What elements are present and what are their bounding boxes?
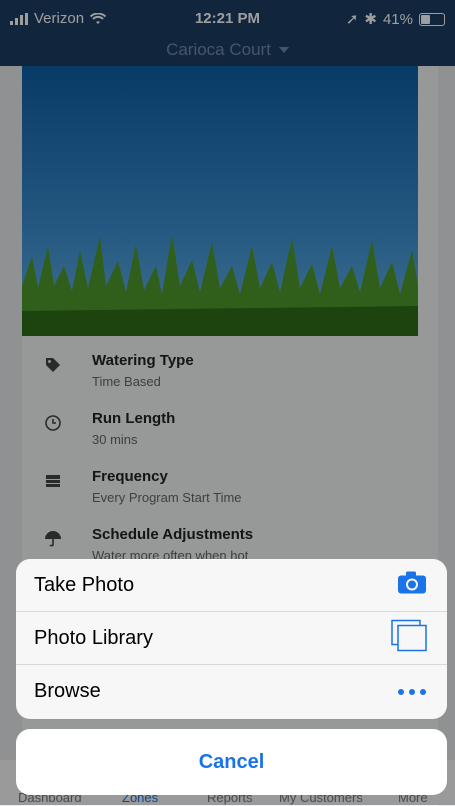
take-photo-option[interactable]: Take Photo bbox=[16, 559, 447, 612]
option-label: Browse bbox=[34, 680, 101, 702]
cancel-button[interactable]: Cancel bbox=[16, 729, 447, 795]
browse-option[interactable]: Browse bbox=[16, 665, 447, 718]
action-sheet: Take Photo Photo Library Browse bbox=[16, 559, 447, 719]
more-icon bbox=[397, 683, 427, 701]
photo-library-option[interactable]: Photo Library bbox=[16, 612, 447, 665]
option-label: Take Photo bbox=[34, 573, 135, 596]
camera-icon bbox=[397, 571, 427, 600]
photo-library-icon bbox=[391, 619, 427, 657]
option-label: Photo Library bbox=[34, 626, 153, 649]
